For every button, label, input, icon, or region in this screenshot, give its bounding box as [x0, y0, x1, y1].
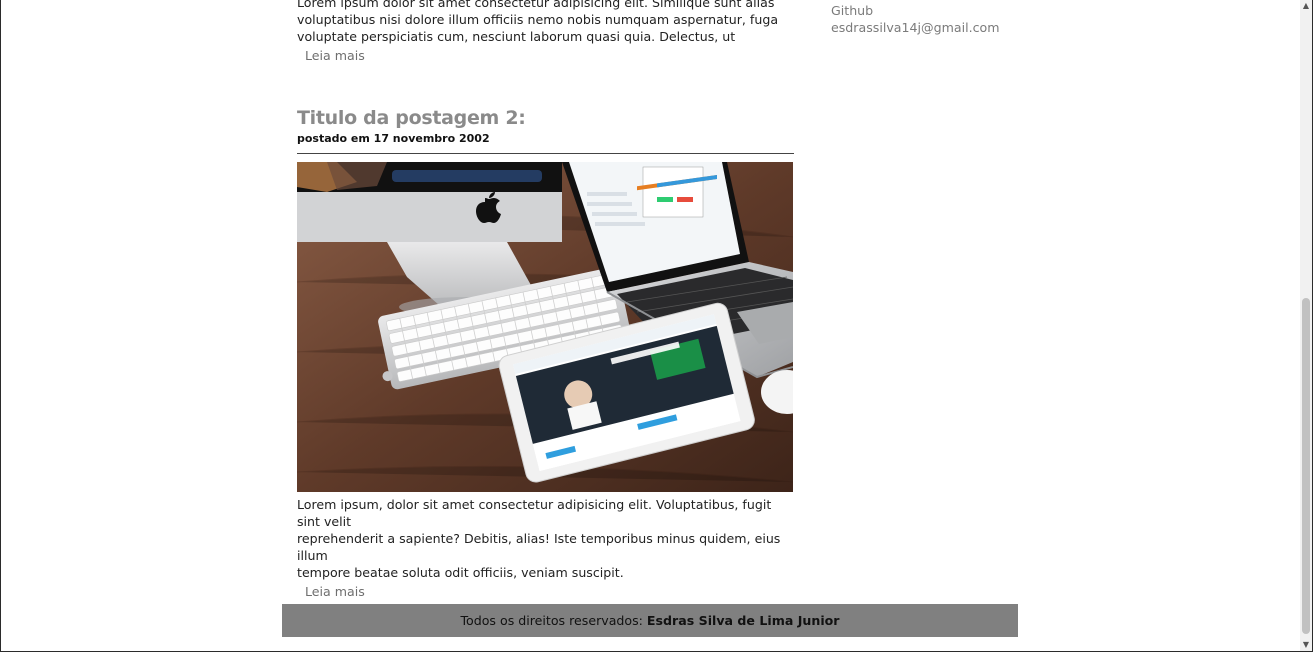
post-1: Lorem ipsum dolor sit amet consectetur a…: [297, 0, 794, 64]
post-1-read-more-link[interactable]: Leia mais: [305, 47, 365, 64]
post-2-date: postado em 17 novembro 2002: [297, 132, 490, 145]
page-viewport: Lorem ipsum dolor sit amet consectetur a…: [0, 0, 1313, 652]
post-2-title: Titulo da postagem 2:: [297, 107, 526, 129]
post-2-divider: [297, 153, 794, 154]
scrollbar-thumb[interactable]: [1302, 298, 1310, 634]
footer-author: Esdras Silva de Lima Junior: [646, 613, 840, 628]
email-link[interactable]: esdrassilva14j@gmail.com: [831, 19, 1000, 36]
workspace-desk-illustration: [297, 162, 793, 492]
post-2-text-line: tempore beatae soluta odit officiis, ven…: [297, 565, 624, 580]
main-content: Lorem ipsum dolor sit amet consectetur a…: [297, 0, 794, 600]
post-1-text-line: voluptatibus nisi dolore illum officiis …: [297, 12, 779, 27]
sidebar-contacts: Github esdrassilva14j@gmail.com: [831, 2, 1000, 36]
post-2-text: Lorem ipsum, dolor sit amet consectetur …: [297, 496, 794, 581]
vertical-scrollbar[interactable]: ▲ ▼: [1300, 0, 1312, 651]
github-link[interactable]: Github: [831, 2, 1000, 19]
post-2: Titulo da postagem 2: postado em 17 nove…: [297, 106, 794, 600]
post-1-text-line: Lorem ipsum dolor sit amet consectetur a…: [297, 0, 775, 10]
footer-rights-text: Todos os direitos reservados:: [460, 613, 643, 628]
post-2-image: [297, 162, 793, 492]
post-1-text-line: voluptate perspiciatis cum, nesciunt lab…: [297, 29, 736, 44]
post-2-text-line: reprehenderit a sapiente? Debitis, alias…: [297, 531, 781, 563]
post-2-read-more-link[interactable]: Leia mais: [305, 583, 365, 600]
triangle-up-icon[interactable]: ▲: [1300, 0, 1312, 12]
footer: Todos os direitos reservados: Esdras Sil…: [282, 604, 1018, 637]
post-2-text-line: Lorem ipsum, dolor sit amet consectetur …: [297, 497, 772, 529]
post-1-text: Lorem ipsum dolor sit amet consectetur a…: [297, 0, 794, 45]
triangle-down-icon[interactable]: ▼: [1300, 639, 1312, 651]
